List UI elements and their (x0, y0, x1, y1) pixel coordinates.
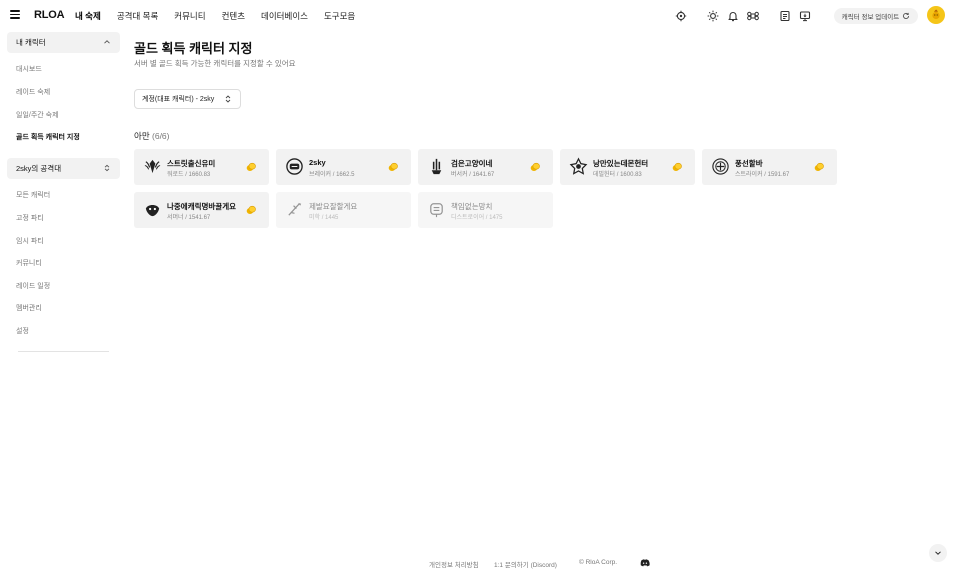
mascot-icon (932, 9, 940, 20)
sun-icon[interactable] (707, 10, 719, 22)
server-name: 아만 (134, 131, 150, 141)
menu-icon[interactable] (10, 10, 20, 19)
document-icon[interactable] (779, 10, 791, 22)
character-class-level: 브레이커 / 1662.5 (309, 172, 355, 178)
contact-discord-link[interactable]: 1:1 문의하기 (Discord) (494, 559, 557, 569)
sidebar-item-raid-homework[interactable]: 레이드 숙제 (16, 87, 50, 97)
sidebar-group-label: 내 캐릭터 (16, 38, 46, 47)
chevron-up-icon (104, 40, 110, 44)
nav-my-homework[interactable]: 내 숙제 (75, 10, 101, 22)
monitor-icon[interactable] (799, 10, 811, 22)
main-nav: 내 숙제 공격대 목록 커뮤니티 컨텐츠 데이터베이스 도구모음 (75, 10, 355, 22)
chevron-down-icon (935, 551, 941, 555)
character-card[interactable]: 2sky 브레이커 / 1662.5 (276, 149, 411, 185)
sidebar-item-member-management[interactable]: 멤버관리 (16, 303, 42, 313)
character-name: 나중에캐릭명바꿀게요 (167, 202, 236, 211)
gold-coin-icon[interactable] (814, 162, 824, 172)
gold-coin-icon[interactable] (246, 205, 256, 215)
character-card[interactable]: 검은고양이네 버서커 / 1641.67 (418, 149, 553, 185)
page-description: 서버 별 골드 획득 가능한 캐릭터를 지정할 수 있어요 (134, 59, 296, 68)
character-card[interactable]: 제발요잘할게요 미학 / 1445 (276, 192, 411, 228)
chevron-updown-icon (225, 95, 231, 103)
copyright: © RloA Corp. (579, 559, 618, 566)
sidebar-item-gold-characters[interactable]: 골드 획득 캐릭터 지정 (16, 132, 80, 142)
scroll-down-button[interactable] (929, 544, 947, 562)
sidebar-item-settings[interactable]: 설정 (16, 326, 29, 336)
sidebar-item-daily-weekly[interactable]: 일일/주간 숙제 (16, 110, 59, 120)
character-class-level: 미학 / 1445 (309, 215, 339, 221)
character-name: 스트릿출신유미 (167, 159, 216, 168)
gold-coin-icon[interactable] (388, 162, 398, 172)
summoner-emblem-icon (145, 204, 160, 217)
character-card[interactable]: 풍선할바 스트라이커 / 1591.67 (702, 149, 837, 185)
sidebar-item-dashboard[interactable]: 대시보드 (16, 64, 42, 74)
sidebar-item-raid-schedule[interactable]: 레이드 일정 (16, 281, 50, 291)
update-character-info-button[interactable]: 캐릭터 정보 업데이트 (834, 8, 918, 24)
sidebar-item-temp-party[interactable]: 임시 파티 (16, 236, 44, 246)
server-count: (6/6) (152, 131, 170, 141)
privacy-policy-link[interactable]: 개인정보 처리방침 (429, 559, 479, 569)
logo[interactable]: RLOA (34, 9, 65, 21)
account-select[interactable]: 계정(대표 캐릭터) - 2sky (134, 89, 241, 109)
character-name: 검은고양이네 (451, 159, 493, 168)
breaker-emblem-icon (286, 158, 303, 175)
nav-database[interactable]: 데이터베이스 (261, 10, 308, 22)
character-class-level: 버서커 / 1641.67 (451, 172, 495, 178)
sidebar-group-my-characters[interactable]: 내 캐릭터 (7, 32, 120, 53)
refresh-icon (903, 12, 910, 20)
page-title: 골드 획득 캐릭터 지정 (134, 41, 253, 56)
update-button-label: 캐릭터 정보 업데이트 (841, 14, 900, 21)
character-card[interactable]: 낭만있는데몬헌터 데빌헌터 / 1600.83 (560, 149, 695, 185)
command-icon[interactable] (747, 10, 759, 22)
destroyer-emblem-icon (430, 203, 443, 218)
avatar[interactable] (927, 6, 945, 24)
sidebar-divider (18, 351, 109, 352)
warlord-emblem-icon (144, 159, 161, 174)
gold-coin-icon[interactable] (672, 162, 682, 172)
sidebar-group-label: 2sky의 공격대 (16, 164, 62, 173)
character-class-level: 워로드 / 1660.83 (167, 172, 211, 178)
artist-emblem-icon (288, 202, 302, 216)
character-name: 책임없는망치 (451, 202, 493, 211)
character-name: 풍선할바 (735, 159, 763, 168)
gold-coin-icon[interactable] (246, 162, 256, 172)
sidebar-group-raid-team[interactable]: 2sky의 공격대 (7, 158, 120, 179)
chevron-updown-icon (104, 164, 110, 172)
sidebar-item-fixed-party[interactable]: 고정 파티 (16, 213, 44, 223)
character-class-level: 스트라이커 / 1591.67 (735, 172, 790, 178)
account-select-value: 계정(대표 캐릭터) - 2sky (142, 96, 215, 103)
character-card[interactable]: 책임없는망치 디스트로이어 / 1475 (418, 192, 553, 228)
berserker-emblem-icon (431, 158, 442, 175)
character-card[interactable]: 스트릿출신유미 워로드 / 1660.83 (134, 149, 269, 185)
top-navigation-bar: RLOA 내 숙제 공격대 목록 커뮤니티 컨텐츠 데이터베이스 도구모음 캐릭… (0, 0, 960, 32)
nav-community[interactable]: 커뮤니티 (174, 10, 205, 22)
server-heading: 아만 (6/6) (134, 130, 170, 142)
bell-icon[interactable] (727, 10, 739, 22)
settings-icon[interactable] (675, 10, 687, 22)
nav-raid-list[interactable]: 공격대 목록 (117, 10, 158, 22)
striker-emblem-icon (712, 158, 729, 175)
nav-contents[interactable]: 컨텐츠 (222, 10, 245, 22)
nav-tools[interactable]: 도구모음 (324, 10, 355, 22)
sidebar-item-all-characters[interactable]: 모든 캐릭터 (16, 190, 50, 200)
character-name: 낭만있는데몬헌터 (593, 159, 649, 168)
character-name: 제발요잘할게요 (309, 202, 358, 211)
character-class-level: 서머너 / 1541.67 (167, 215, 211, 221)
character-class-level: 데빌헌터 / 1600.83 (593, 172, 642, 178)
sidebar-item-community[interactable]: 커뮤니티 (16, 258, 42, 268)
character-card[interactable]: 나중에캐릭명바꿀게요 서머너 / 1541.67 (134, 192, 269, 228)
character-class-level: 디스트로이어 / 1475 (451, 215, 503, 221)
gold-coin-icon[interactable] (530, 162, 540, 172)
character-name: 2sky (309, 158, 326, 167)
devilhunter-emblem-icon (569, 157, 588, 175)
discord-icon[interactable] (640, 559, 650, 567)
